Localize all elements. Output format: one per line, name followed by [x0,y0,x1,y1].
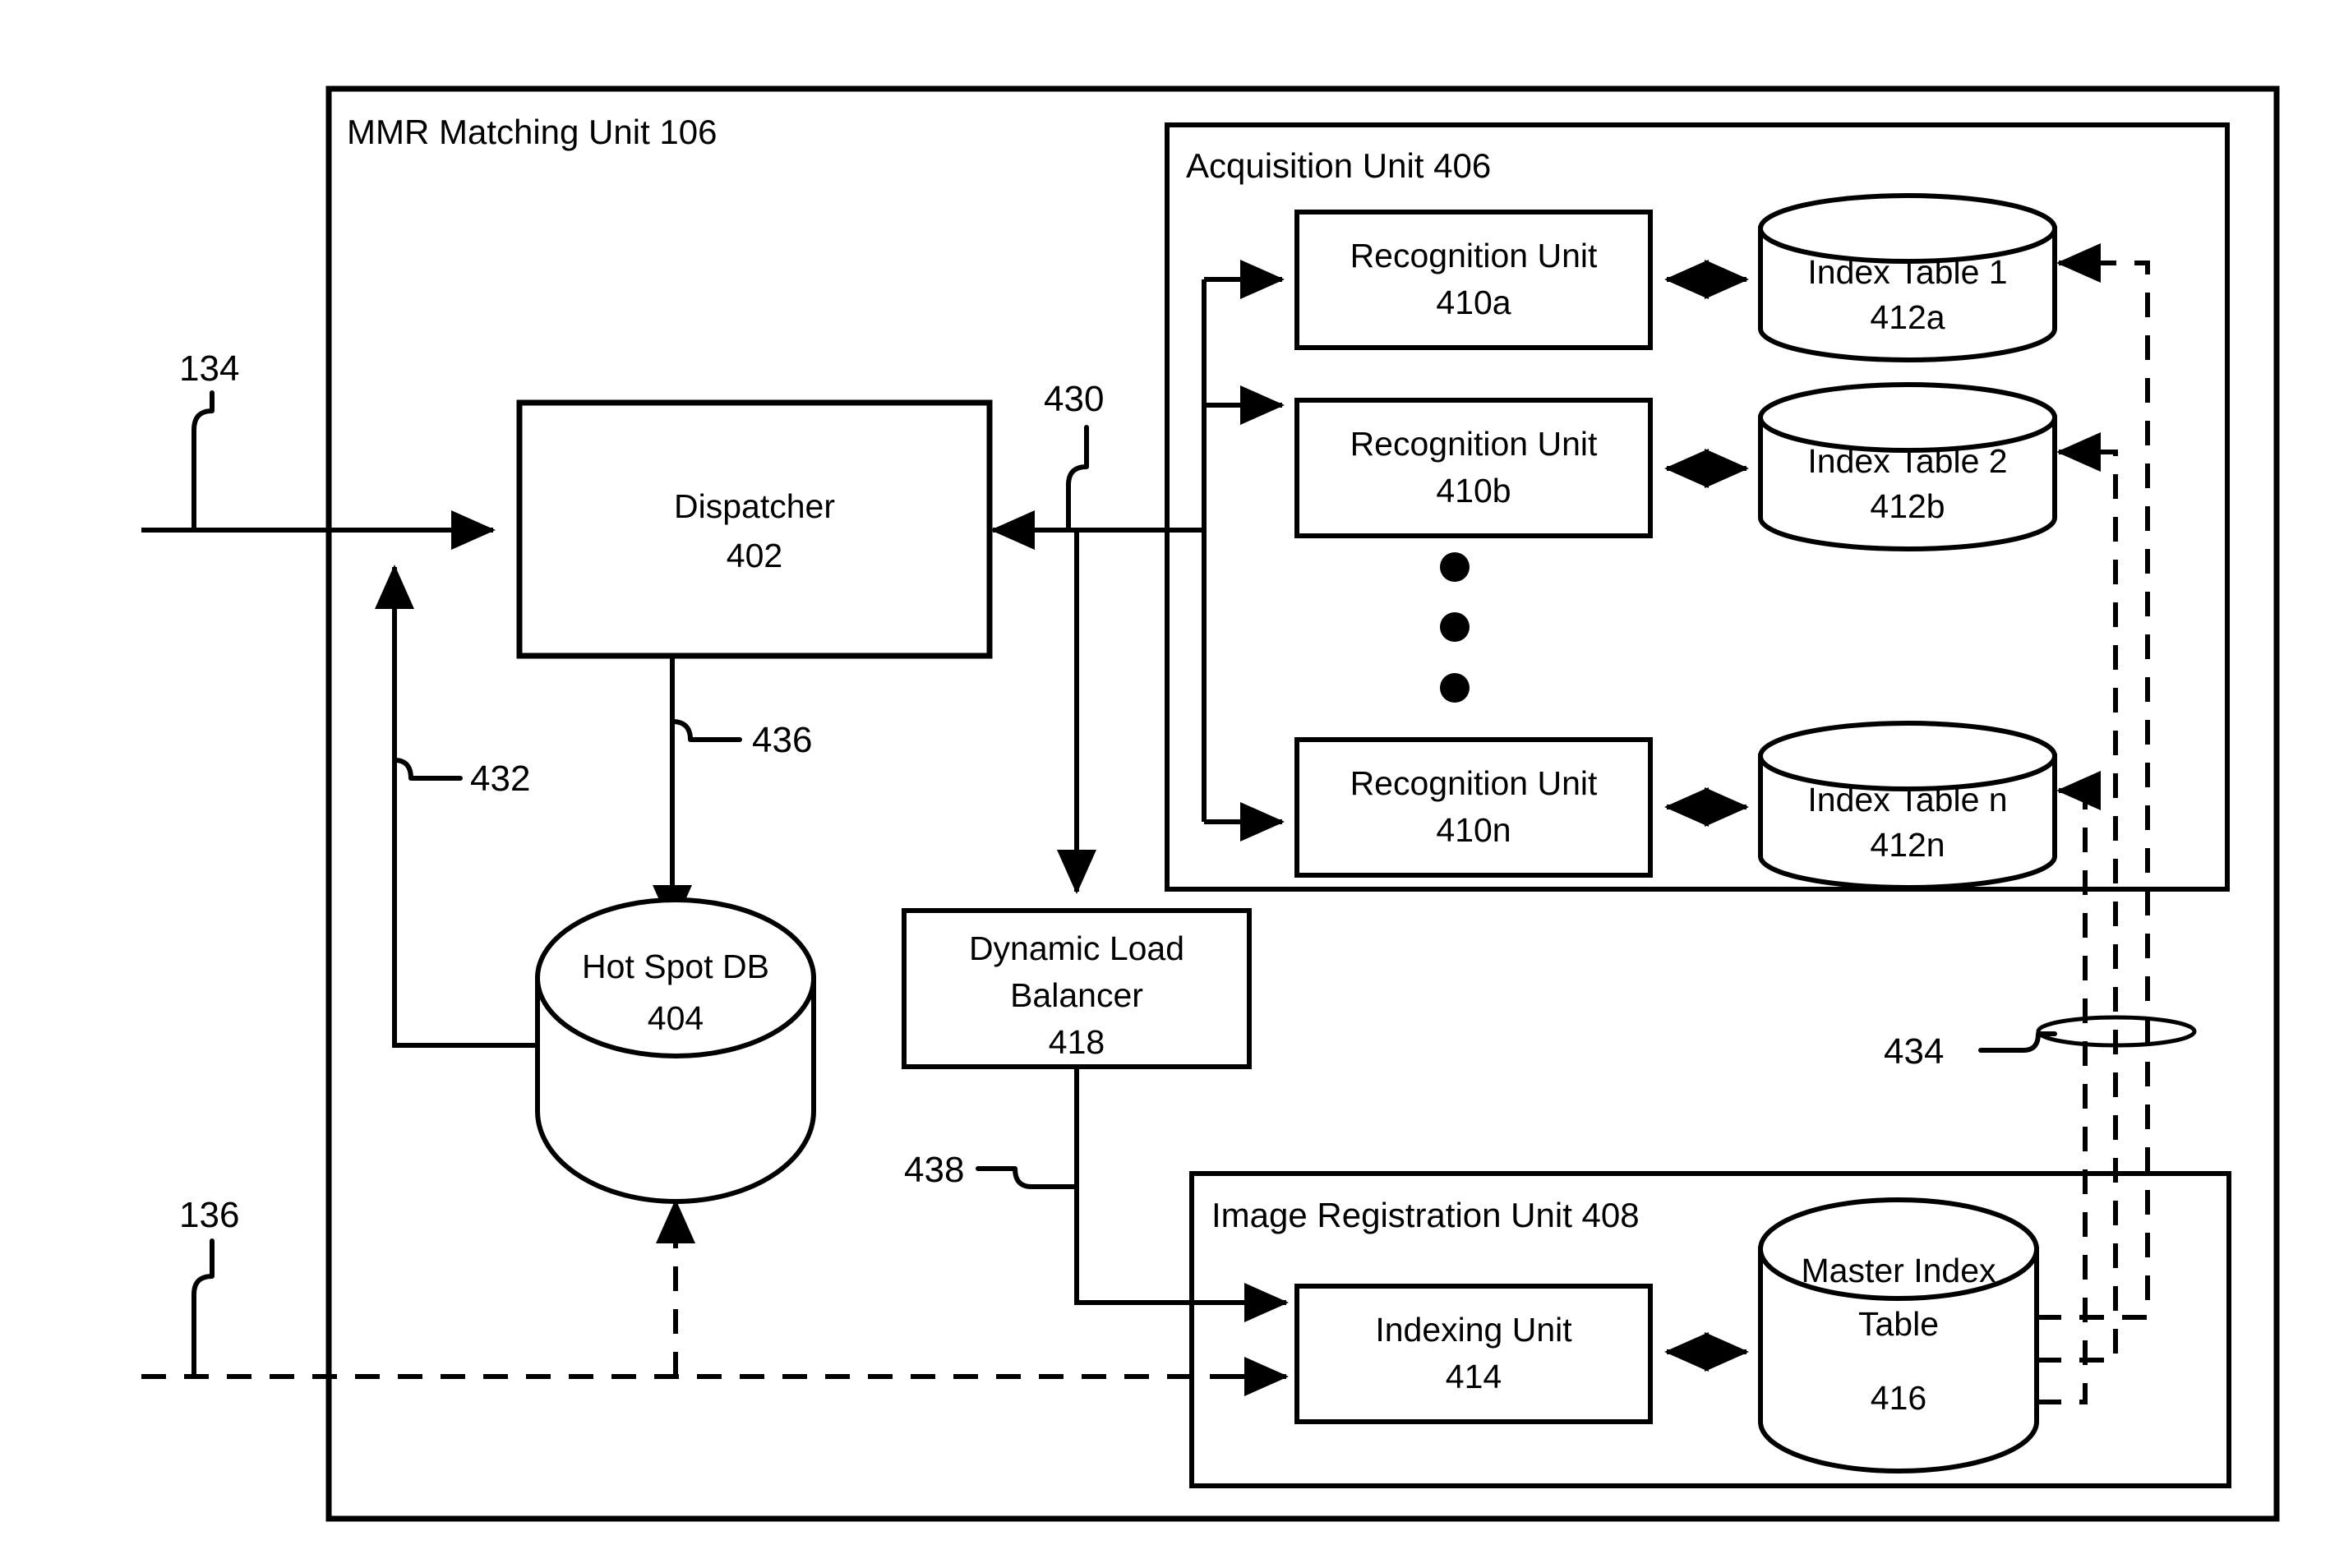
master-index-table-line1: Master Index [1802,1252,1996,1289]
hot-spot-db-title: Hot Spot DB [582,948,769,985]
recognition-unit-b-fill [1297,400,1650,536]
ref-numeral-134: 134 [179,348,239,389]
recognition-unit-a-fill [1297,212,1650,348]
recognition-unit-n-title: Recognition Unit [1350,764,1598,802]
ref-numeral-438: 438 [904,1150,964,1190]
index-table-1-ref: 412a [1870,298,1945,336]
vertical-ellipsis-icon [1440,552,1470,703]
index-table-n-title: Index Table n [1807,781,2007,819]
image-registration-unit-label: Image Registration Unit 408 [1211,1196,1640,1234]
recognition-unit-b-ref: 410b [1436,472,1511,510]
ref-numeral-434: 434 [1884,1031,1944,1072]
dynamic-load-balancer-ref: 418 [1049,1023,1105,1061]
dispatcher-fill [519,403,990,656]
ref-numeral-436: 436 [752,720,812,760]
index-table-n-ref: 412n [1870,826,1945,864]
master-index-table-line2: Table [1858,1305,1939,1343]
leader-134 [191,390,215,533]
recognition-unit-n-ref: 410n [1436,811,1511,849]
ref-numeral-430: 430 [1044,379,1104,419]
dispatcher-title: Dispatcher [674,487,835,525]
index-table-2-ref: 412b [1870,487,1945,525]
acquisition-unit-label: Acquisition Unit 406 [1186,146,1491,185]
master-index-table-ref: 416 [1871,1379,1926,1417]
index-table-2-title: Index Table 2 [1807,442,2007,480]
ref-numeral-136: 136 [179,1195,239,1235]
patent-figure: MMR Matching Unit 106 Acquisition Unit 4… [0,0,2344,1568]
dynamic-load-balancer-line1: Dynamic Load [969,929,1184,967]
recognition-unit-a-title: Recognition Unit [1350,237,1598,274]
indexing-unit-fill [1297,1286,1650,1422]
dynamic-load-balancer-line2: Balancer [1010,976,1143,1014]
mmr-matching-unit-label: MMR Matching Unit 106 [347,113,718,151]
diagram-canvas: MMR Matching Unit 106 Acquisition Unit 4… [141,85,2280,1522]
leader-136 [191,1238,215,1379]
recognition-unit-a-ref: 410a [1436,284,1511,321]
ref-numeral-432: 432 [470,759,530,799]
indexing-unit-title: Indexing Unit [1375,1311,1572,1349]
hot-spot-db-cylinder[interactable] [535,897,816,1204]
hot-spot-db-ref: 404 [648,999,704,1037]
index-table-1-title: Index Table 1 [1807,253,2007,291]
recognition-unit-b-title: Recognition Unit [1350,425,1598,463]
recognition-unit-n-fill [1297,740,1650,875]
indexing-unit-ref: 414 [1446,1358,1502,1395]
dispatcher-ref: 402 [727,537,782,574]
